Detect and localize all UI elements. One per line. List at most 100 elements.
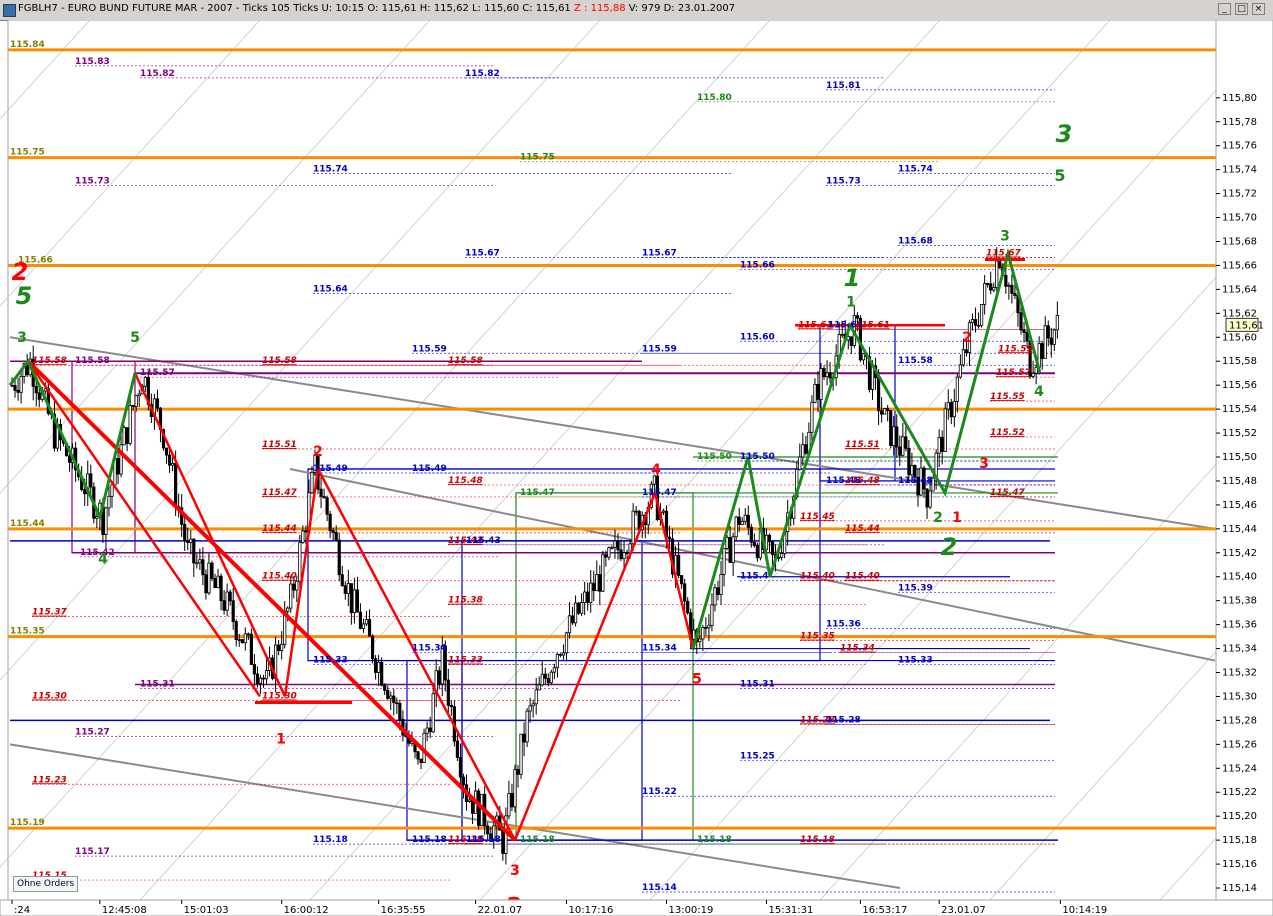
- minimize-button[interactable]: _: [1218, 3, 1231, 15]
- price-level-label: 115.68: [898, 236, 933, 246]
- candle-body: [886, 408, 890, 411]
- price-level-label: 115.18: [697, 835, 732, 845]
- candle-body: [207, 562, 211, 594]
- wave-count-label: 4: [651, 462, 661, 478]
- candle-body: [716, 587, 720, 595]
- candle-body: [395, 702, 399, 705]
- price-level-label: 115.40: [800, 572, 835, 582]
- candle-body: [252, 664, 256, 675]
- candle-body: [861, 353, 866, 361]
- candle-body: [955, 376, 959, 402]
- candle-body: [704, 626, 708, 629]
- candle-body: [186, 540, 190, 543]
- candle-body: [419, 758, 423, 763]
- candle-body: [522, 733, 526, 743]
- price-level-label: 115.58: [262, 356, 297, 366]
- wave-count-label: 4: [98, 552, 108, 568]
- candle-body: [552, 667, 556, 673]
- time-tick-label: 15:31:31: [768, 905, 813, 916]
- price-level-label: 115.50: [740, 452, 775, 462]
- maximize-button[interactable]: □: [1235, 3, 1248, 15]
- price-level-label: 115.81: [826, 81, 861, 91]
- candle-body: [458, 757, 463, 778]
- candle-body: [380, 661, 384, 686]
- price-level-label: 115.33: [448, 656, 483, 666]
- candle-body: [767, 534, 772, 543]
- wave-count-label: 3: [1000, 228, 1010, 244]
- price-tick-label: 115,56: [1222, 380, 1257, 391]
- candle-body: [16, 389, 20, 393]
- close-button[interactable]: ×: [1252, 3, 1265, 15]
- price-level-label: 115.49: [412, 464, 447, 474]
- candle-body: [449, 704, 453, 708]
- candle-body: [264, 670, 269, 680]
- candle-body: [228, 591, 232, 602]
- candle-body: [234, 621, 238, 640]
- candle-body: [595, 574, 599, 592]
- price-level-label: 115.51: [262, 440, 297, 450]
- candle-body: [577, 602, 581, 614]
- price-tick-label: 115,34: [1222, 644, 1257, 655]
- candle-body: [901, 436, 905, 456]
- candle-body: [980, 303, 984, 326]
- candle-body: [986, 283, 990, 285]
- candle-body: [558, 653, 563, 656]
- candle-body: [598, 574, 602, 592]
- time-tick-label: 16:00:12: [284, 905, 329, 916]
- candle-body: [583, 591, 587, 604]
- candle-body: [325, 497, 329, 515]
- wave-count-label: 2: [941, 533, 958, 561]
- candle-body: [210, 562, 214, 579]
- price-tick-label: 115,66: [1222, 260, 1257, 271]
- candle-body: [964, 349, 969, 353]
- price-level-label: 115.73: [75, 177, 110, 187]
- candle-body: [310, 471, 314, 494]
- candle-body: [331, 530, 335, 533]
- time-tick-label: :24: [14, 905, 30, 916]
- time-tick-label: 12:45:08: [102, 905, 147, 916]
- orders-button[interactable]: Ohne Orders: [13, 876, 79, 892]
- candle-body: [622, 552, 626, 560]
- candle-body: [231, 600, 235, 623]
- price-level-label: 115.82: [140, 69, 175, 79]
- window-titlebar: FGBLH7 - EURO BUND FUTURE MAR - 2007 - T…: [0, 0, 1273, 21]
- candle-body: [519, 733, 523, 775]
- price-tick-label: 115,80: [1222, 93, 1257, 104]
- candle-body: [895, 426, 899, 448]
- candle-body: [292, 583, 296, 591]
- candle-body: [1025, 332, 1029, 342]
- candle-body: [661, 510, 666, 513]
- candle-body: [567, 615, 572, 634]
- candle-body: [683, 583, 687, 602]
- candle-body: [425, 727, 429, 734]
- price-level-label: 115.67: [642, 248, 677, 258]
- wave-count-label: 1: [276, 731, 286, 747]
- price-level-label: 115.58: [448, 356, 483, 366]
- level-label: 115.19: [10, 818, 45, 828]
- candle-body: [983, 283, 987, 305]
- price-level-label: 115.38: [448, 596, 483, 606]
- candle-body: [801, 444, 805, 458]
- candlestick-chart[interactable]: 115.84115.75115.66115.44115.35115.19115.…: [0, 20, 1273, 916]
- price-level-label: 115.34: [412, 644, 447, 654]
- price-level-label: 115.45: [800, 512, 835, 522]
- price-tick-label: 115,28: [1222, 715, 1257, 726]
- candle-body: [389, 695, 393, 699]
- candle-body: [222, 600, 226, 611]
- candle-body: [1055, 315, 1059, 331]
- time-tick-label: 23.01.07: [941, 905, 986, 916]
- candle-body: [910, 465, 914, 476]
- candle-body: [561, 652, 566, 656]
- price-level-label: 115.31: [140, 679, 175, 689]
- candle-body: [216, 575, 220, 589]
- candle-body: [619, 549, 623, 560]
- price-level-label: 115.67: [465, 248, 500, 258]
- candle-body: [301, 530, 305, 543]
- wave-count-label: 5: [130, 330, 140, 346]
- price-level-label: 115.50: [697, 452, 732, 462]
- candle-body: [122, 427, 126, 446]
- candle-body: [240, 639, 244, 644]
- candle-body: [170, 462, 175, 466]
- candle-body: [698, 638, 702, 643]
- price-level-label: 115.48: [845, 476, 880, 486]
